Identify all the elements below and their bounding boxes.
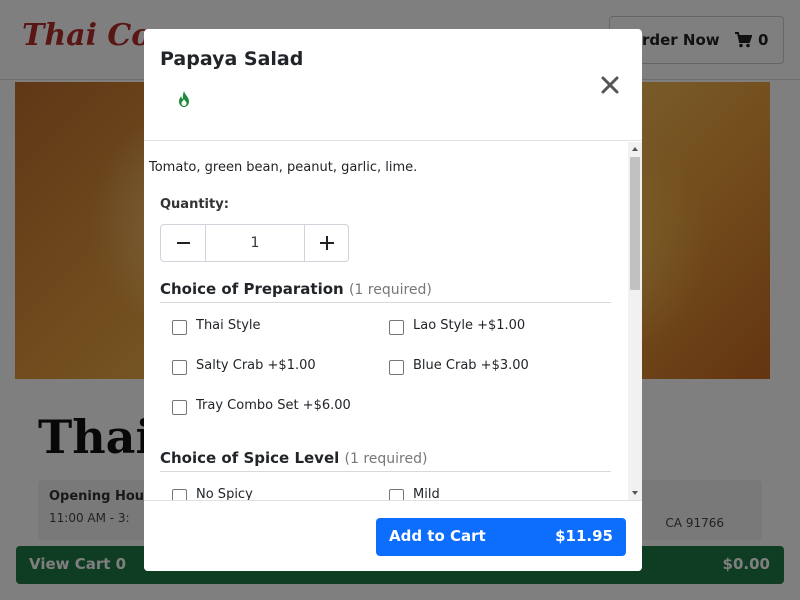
option-checkbox[interactable] xyxy=(389,489,404,500)
quantity-input[interactable]: 1 xyxy=(207,225,303,261)
add-to-cart-button[interactable]: Add to Cart $11.95 xyxy=(376,518,626,556)
option-label: Lao Style +$1.00 xyxy=(413,318,526,333)
minus-icon xyxy=(177,242,190,244)
item-description: Tomato, green bean, peanut, garlic, lime… xyxy=(149,160,418,175)
section-divider xyxy=(160,471,611,472)
flame-icon xyxy=(179,91,189,107)
option-checkbox[interactable] xyxy=(172,360,187,375)
add-to-cart-price: $11.95 xyxy=(555,527,613,545)
quantity-increase-button[interactable] xyxy=(304,225,348,261)
modal-title: Papaya Salad xyxy=(160,48,304,70)
option-checkbox[interactable] xyxy=(389,320,404,335)
option-checkbox[interactable] xyxy=(172,489,187,500)
add-to-cart-label: Add to Cart xyxy=(389,527,486,545)
scrollbar-thumb[interactable] xyxy=(630,157,640,290)
modal-scrollbar[interactable] xyxy=(628,142,642,500)
option-checkbox[interactable] xyxy=(172,320,187,335)
section-title-text: Choice of Preparation xyxy=(160,280,344,298)
option-label: Blue Crab +$3.00 xyxy=(413,358,529,373)
option-checkbox[interactable] xyxy=(389,360,404,375)
option-label: No Spicy xyxy=(196,487,253,500)
section-requirement: (1 required) xyxy=(344,451,428,467)
item-modal: Papaya Salad Tomato, green bean, peanut,… xyxy=(144,29,642,571)
section-divider xyxy=(160,302,611,303)
modal-header: Papaya Salad xyxy=(144,29,642,141)
scroll-down-arrow-icon[interactable] xyxy=(628,486,642,500)
plus-icon xyxy=(320,236,334,250)
section-title-text: Choice of Spice Level xyxy=(160,449,340,467)
quantity-label: Quantity: xyxy=(160,197,229,212)
section-requirement: (1 required) xyxy=(348,282,432,298)
modal-footer: Add to Cart $11.95 xyxy=(144,500,642,571)
quantity-stepper: 1 xyxy=(160,224,349,262)
section-title-spice-level: Choice of Spice Level (1 required) xyxy=(160,449,427,467)
section-title-preparation: Choice of Preparation (1 required) xyxy=(160,280,432,298)
close-icon[interactable] xyxy=(598,73,622,97)
option-label: Tray Combo Set +$6.00 xyxy=(196,398,351,413)
scroll-up-arrow-icon[interactable] xyxy=(628,142,642,156)
option-label: Thai Style xyxy=(196,318,261,333)
modal-body: Tomato, green bean, peanut, garlic, lime… xyxy=(144,142,628,500)
quantity-decrease-button[interactable] xyxy=(161,225,206,261)
option-label: Salty Crab +$1.00 xyxy=(196,358,316,373)
option-checkbox[interactable] xyxy=(172,400,187,415)
option-label: Mild xyxy=(413,487,440,500)
